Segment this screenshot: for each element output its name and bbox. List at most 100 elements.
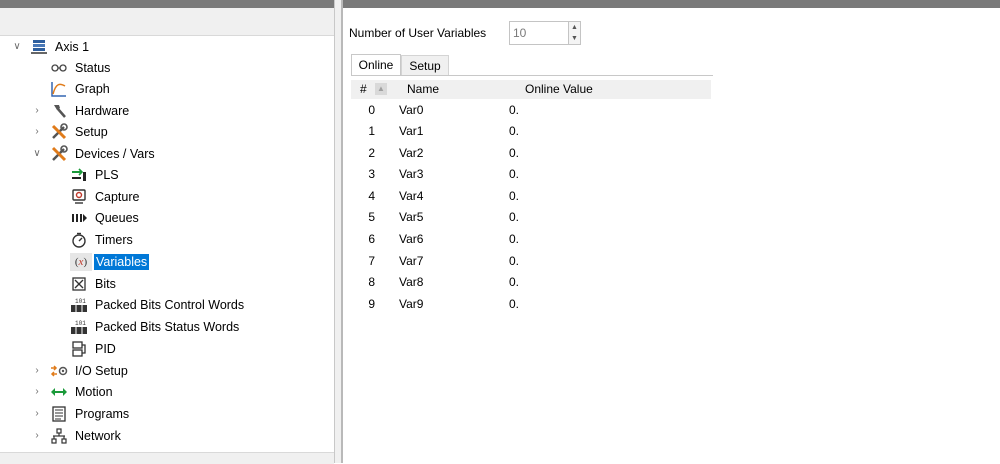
tree-item-pid[interactable]: PID	[50, 338, 118, 359]
tree-item-status[interactable]: Status	[30, 57, 112, 78]
row-number: 9	[368, 297, 375, 311]
tree-item-label: Status	[75, 60, 111, 75]
row-name: Var9	[399, 297, 424, 311]
tree-item-label: Capture	[95, 189, 140, 204]
network-icon	[50, 427, 68, 445]
chevron-right-icon[interactable]: ›	[30, 386, 44, 397]
row-online-value: 0.	[509, 103, 520, 117]
chevron-down-icon[interactable]: ∨	[10, 41, 24, 52]
tree-item-queues[interactable]: Queues	[50, 207, 141, 228]
row-name: Var1	[399, 124, 424, 138]
tree-item-motion[interactable]: › Motion	[30, 381, 115, 402]
table-row[interactable]: 6 Var6 0.	[351, 229, 711, 250]
row-online-value: 0.	[509, 124, 520, 138]
spin-buttons[interactable]: ▲ ▼	[569, 21, 581, 45]
row-online-value: 0.	[509, 275, 520, 289]
table-row[interactable]: 1 Var1 0.	[351, 121, 711, 142]
table-row[interactable]: 7 Var7 0.	[351, 251, 711, 272]
row-name: Var6	[399, 232, 424, 246]
tree-item-variables[interactable]: (x) Variables	[50, 251, 150, 272]
bits-icon	[70, 275, 88, 293]
column-header-name[interactable]: Name	[407, 82, 439, 96]
graph-icon	[50, 80, 68, 98]
tree-item-io-setup[interactable]: › I/O Setup	[30, 360, 130, 381]
num-user-variables-stepper[interactable]: ▲ ▼	[509, 21, 581, 45]
column-header-num[interactable]: #	[360, 82, 367, 96]
tree-item-label: I/O Setup	[75, 363, 128, 378]
table-row[interactable]: 2 Var2 0.	[351, 143, 711, 164]
row-name: Var3	[399, 167, 424, 181]
tree-item-label: PLS	[95, 167, 119, 182]
tree-item-label: PID	[95, 341, 116, 356]
num-user-variables-label: Number of User Variables	[349, 26, 487, 40]
row-online-value: 0.	[509, 254, 520, 268]
num-user-variables-input[interactable]	[509, 21, 569, 45]
pls-icon	[70, 166, 88, 184]
column-header-online-value[interactable]: Online Value	[525, 82, 593, 96]
tree-item-devices-vars[interactable]: ∨ Devices / Vars	[30, 143, 157, 164]
tree-item-graph[interactable]: Graph	[30, 78, 112, 99]
spin-down-icon[interactable]: ▼	[569, 33, 580, 44]
row-number: 2	[368, 146, 375, 160]
row-number: 8	[368, 275, 375, 289]
tree-item-hardware[interactable]: › Hardware	[30, 100, 131, 121]
row-name: Var2	[399, 146, 424, 160]
tree-item-label: Queues	[95, 210, 139, 225]
chevron-down-icon[interactable]: ∨	[30, 148, 44, 159]
tree-item-packed-bits-control-words[interactable]: 101 Packed Bits Control Words	[50, 294, 246, 315]
chevron-right-icon[interactable]: ›	[30, 408, 44, 419]
table-row[interactable]: 4 Var4 0.	[351, 186, 711, 207]
main-top-bar	[343, 0, 1000, 8]
chevron-right-icon[interactable]: ›	[30, 105, 44, 116]
project-tree-panel: ∨ Axis 1 Status Graph › Hardware › Setup…	[0, 0, 335, 464]
tree-item-setup[interactable]: › Setup	[30, 121, 110, 142]
timer-icon	[70, 231, 88, 249]
tree-item-label: Setup	[75, 124, 108, 139]
axis-icon	[30, 38, 48, 56]
chevron-right-icon[interactable]: ›	[30, 430, 44, 441]
row-number: 7	[368, 254, 375, 268]
tree-item-timers[interactable]: Timers	[50, 229, 135, 250]
tree-item-label: Bits	[95, 276, 116, 291]
row-number: 1	[368, 124, 375, 138]
row-online-value: 0.	[509, 146, 520, 160]
row-name: Var7	[399, 254, 424, 268]
tab-online[interactable]: Online	[351, 54, 401, 75]
table-row[interactable]: 5 Var5 0.	[351, 207, 711, 228]
tree-item-programs[interactable]: › Programs	[30, 403, 131, 424]
row-name: Var5	[399, 210, 424, 224]
tree-top-bar	[0, 0, 334, 8]
tree-item-packed-bits-status-words[interactable]: 101 Packed Bits Status Words	[50, 316, 241, 337]
table-row[interactable]: 0 Var0 0.	[351, 100, 711, 121]
tree-item-label: Packed Bits Control Words	[95, 297, 245, 312]
chevron-right-icon[interactable]: ›	[30, 365, 44, 376]
table-row[interactable]: 9 Var9 0.	[351, 294, 711, 315]
tree-item-pls[interactable]: PLS	[50, 164, 121, 185]
tree-item-label: Variables	[94, 253, 150, 270]
tree-item-label: Devices / Vars	[75, 146, 155, 161]
row-online-value: 0.	[509, 297, 520, 311]
tree-item-label: Packed Bits Status Words	[95, 319, 240, 334]
variables-icon: (x)	[70, 252, 92, 271]
pid-icon	[70, 340, 88, 358]
io-setup-icon	[50, 362, 68, 380]
table-row[interactable]: 3 Var3 0.	[351, 164, 711, 185]
variables-table-header: # ▲ Name Online Value	[351, 80, 711, 99]
tree-item-label: Axis 1	[55, 39, 90, 54]
chevron-right-icon[interactable]: ›	[30, 126, 44, 137]
row-online-value: 0.	[509, 167, 520, 181]
table-row[interactable]: 8 Var8 0.	[351, 272, 711, 293]
tree-item-bits[interactable]: Bits	[50, 273, 118, 294]
tree-item-network[interactable]: › Network	[30, 425, 123, 446]
tree-item-capture[interactable]: Capture	[50, 186, 141, 207]
row-name: Var0	[399, 103, 424, 117]
row-online-value: 0.	[509, 232, 520, 246]
tree-item-label: Network	[75, 428, 121, 443]
hardware-icon	[50, 102, 68, 120]
row-number: 3	[368, 167, 375, 181]
tree-item-label: Timers	[95, 232, 133, 247]
sort-icon[interactable]: ▲	[375, 83, 387, 95]
tree-item-axis-1[interactable]: ∨ Axis 1	[10, 36, 91, 57]
spin-up-icon[interactable]: ▲	[569, 22, 580, 33]
tab-setup[interactable]: Setup	[401, 55, 449, 75]
